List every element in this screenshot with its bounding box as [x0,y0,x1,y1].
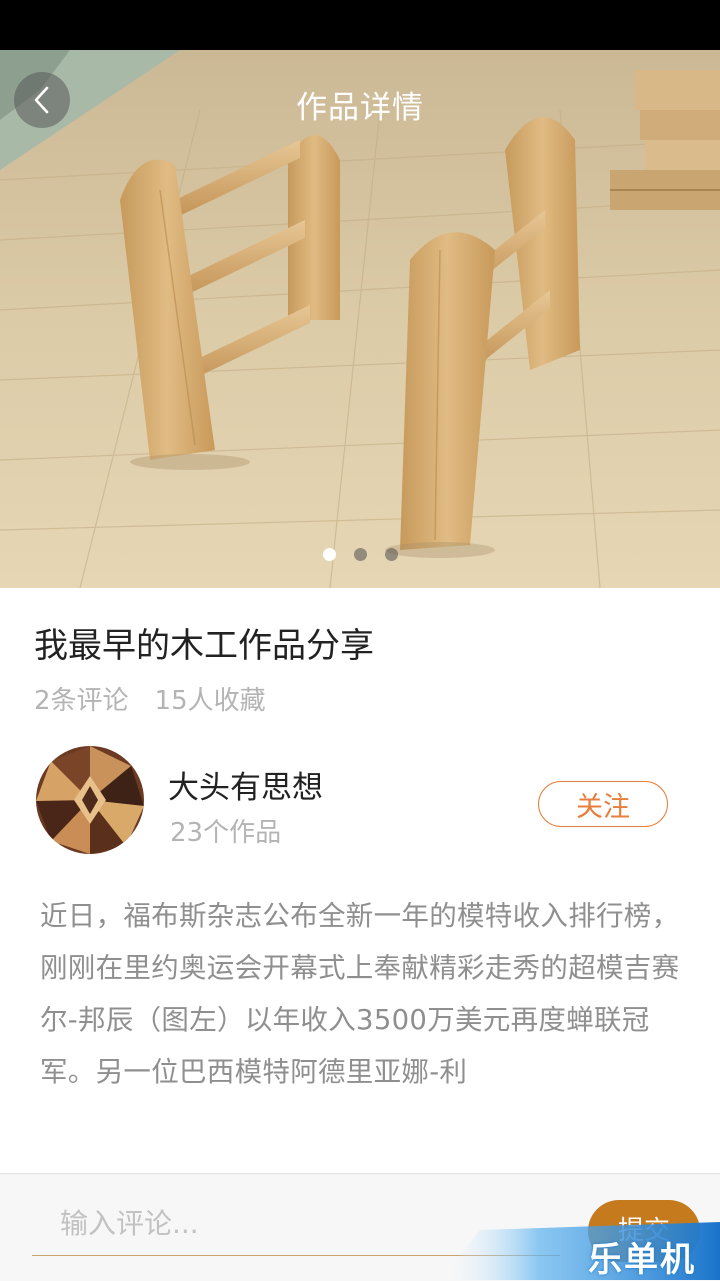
carousel[interactable]: 作品详情 [0,50,720,588]
comment-count[interactable]: 2条评论 [34,680,129,717]
author-name[interactable]: 大头有思想 [168,762,323,807]
carousel-dot[interactable] [384,548,398,561]
carousel-dot[interactable] [322,548,336,561]
post-title: 我最早的木工作品分享 [34,626,374,666]
avatar[interactable] [36,746,144,854]
carousel-image [0,50,720,588]
post-meta: 2条评论 15人收藏 [34,680,266,717]
carousel-indicator [0,548,720,561]
author-works-count: 23个作品 [170,818,282,848]
avatar-image [36,746,144,854]
watermark-text: 乐单机 [588,1240,696,1280]
favorite-count: 15人收藏 [154,686,266,716]
follow-button[interactable]: 关注 [538,781,668,827]
post-description: 近日，福布斯杂志公布全新一年的模特收入排行榜，刚刚在里约奥运会开幕式上奉献精彩走… [40,900,680,1088]
status-bar [0,0,720,50]
page-title: 作品详情 [296,90,424,126]
carousel-dot[interactable] [353,548,367,561]
